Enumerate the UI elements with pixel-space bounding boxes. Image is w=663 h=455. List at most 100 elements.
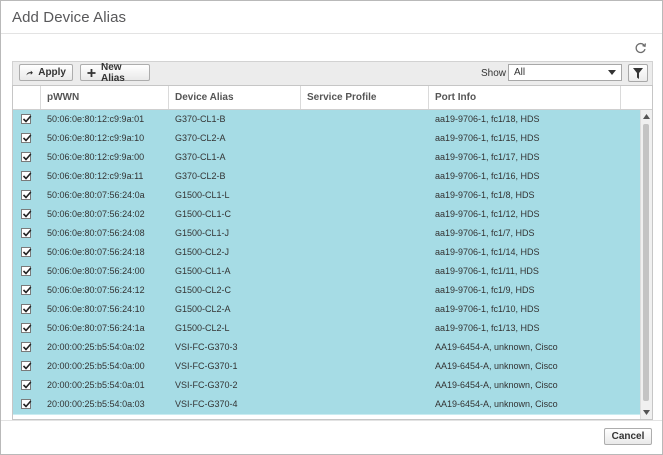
table-row[interactable]: 50:06:0e:80:07:56:24:0a G1500-CL1-L aa19-9… [13,186,640,206]
check-icon [22,229,32,237]
apply-button[interactable]: Apply [19,64,73,81]
row-checkbox[interactable] [21,342,32,352]
cell-port-info: aa19-9706-1, fc1/15, HDS [435,133,540,143]
row-checkbox[interactable] [21,133,32,143]
row-checkbox[interactable] [21,171,32,181]
table-row[interactable]: 50:06:0e:80:07:56:24:12 G1500-CL2-C aa19-9… [13,281,640,301]
plus-icon [87,68,96,77]
cell-device-alias: G1500-CL1-C [175,209,232,219]
table-row[interactable]: 50:06:0e:80:07:56:24:02 G1500-CL1-C aa19-9… [13,205,640,225]
cell-device-alias: VSI-FC-G370-3 [175,342,238,352]
cell-pwwn: 50:06:0e:80:12:c9:9a:01 [47,114,145,124]
table-row[interactable]: 20:00:00:25:b5:54:0a:01 VSI-FC-G370-2 AA19… [13,376,640,396]
row-checkbox[interactable] [21,399,32,409]
cell-port-info: AA19-6454-A, unknown, Cisco [435,399,558,409]
cell-device-alias: G1500-CL2-L [175,323,230,333]
cell-pwwn: 20:00:00:25:b5:54:0a:03 [47,399,145,409]
check-icon [22,172,32,180]
cell-port-info: AA19-6454-A, unknown, Cisco [435,380,558,390]
row-checkbox[interactable] [21,361,32,371]
cell-port-info: aa19-9706-1, fc1/10, HDS [435,304,540,314]
check-icon [22,210,32,218]
cell-pwwn: 50:06:0e:80:07:56:24:00 [47,266,145,276]
cell-device-alias: G370-CL2-A [175,133,226,143]
row-checkbox[interactable] [21,247,32,257]
scroll-up-icon[interactable] [643,114,650,119]
table-header: pWWN Device Alias Service Profile Port I… [13,86,652,110]
show-select-value: All [514,67,526,78]
table-row[interactable]: 50:06:0e:80:07:56:24:00 G1500-CL1-A aa19-9… [13,262,640,282]
cell-device-alias: G1500-CL1-A [175,266,231,276]
scroll-down-icon[interactable] [643,410,650,415]
scrollbar-thumb[interactable] [643,124,649,401]
show-select[interactable]: All [508,64,622,81]
cancel-button[interactable]: Cancel [604,428,652,445]
table-scrollbar[interactable] [640,110,652,419]
filter-icon [633,67,643,79]
cell-device-alias: G370-CL1-B [175,114,226,124]
cell-device-alias: G1500-CL2-J [175,247,230,257]
table-row[interactable]: 50:06:0e:80:07:56:24:18 G1500-CL2-J aa19-9… [13,243,640,263]
row-checkbox[interactable] [21,323,32,333]
row-checkbox[interactable] [21,114,32,124]
toolbar: Apply New Alias Show All [12,61,653,85]
table-row[interactable]: 50:06:0e:80:12:c9:9a:10 G370-CL2-A aa19-97… [13,129,640,149]
cell-port-info: aa19-9706-1, fc1/17, HDS [435,152,540,162]
check-icon [22,400,32,408]
check-icon [22,324,32,332]
chevron-down-icon [608,70,616,75]
apply-label: Apply [38,67,66,78]
add-device-alias-dialog: Add Device Alias Apply New Alias Show Al… [0,0,663,455]
header-pwwn[interactable]: pWWN [41,86,169,109]
table-row[interactable]: 50:06:0e:80:12:c9:9a:01 G370-CL1-B aa19-97… [13,110,640,130]
header-device-alias[interactable]: Device Alias [169,86,301,109]
row-checkbox[interactable] [21,380,32,390]
table-row[interactable]: 50:06:0e:80:07:56:24:10 G1500-CL2-A aa19-9… [13,300,640,320]
cell-port-info: aa19-9706-1, fc1/12, HDS [435,209,540,219]
cell-pwwn: 50:06:0e:80:07:56:24:12 [47,285,145,295]
show-label: Show [481,68,507,79]
table-row[interactable]: 50:06:0e:80:12:c9:9a:11 G370-CL2-B aa19-97… [13,167,640,187]
cell-device-alias: G1500-CL2-C [175,285,232,295]
cell-pwwn: 50:06:0e:80:07:56:24:0a [47,190,145,200]
row-checkbox[interactable] [21,190,32,200]
row-checkbox[interactable] [21,228,32,238]
cell-pwwn: 20:00:00:25:b5:54:0a:00 [47,361,145,371]
cell-port-info: aa19-9706-1, fc1/18, HDS [435,114,540,124]
cell-pwwn: 50:06:0e:80:12:c9:9a:11 [47,171,144,181]
check-icon [22,153,32,161]
cell-pwwn: 50:06:0e:80:07:56:24:1a [47,323,145,333]
refresh-icon[interactable] [634,41,647,54]
cell-port-info: aa19-9706-1, fc1/8, HDS [435,190,535,200]
header-port-info[interactable]: Port Info [429,86,621,109]
row-checkbox[interactable] [21,304,32,314]
check-icon [22,134,32,142]
check-icon [22,267,32,275]
check-icon [22,115,32,123]
row-checkbox[interactable] [21,209,32,219]
table-row[interactable]: 20:00:00:25:b5:54:0a:02 VSI-FC-G370-3 AA19… [13,338,640,358]
header-service-profile[interactable]: Service Profile [301,86,429,109]
row-checkbox[interactable] [21,285,32,295]
device-alias-table: pWWN Device Alias Service Profile Port I… [12,85,653,420]
check-icon [22,286,32,294]
table-row[interactable]: 50:06:0e:80:07:56:24:08 G1500-CL1-J aa19-9… [13,224,640,244]
filter-button[interactable] [628,64,648,82]
new-alias-button[interactable]: New Alias [80,62,150,84]
row-checkbox[interactable] [21,266,32,276]
cell-port-info: aa19-9706-1, fc1/11, HDS [435,266,539,276]
table-row[interactable]: 50:06:0e:80:07:56:24:1a G1500-CL2-L aa19-9… [13,319,640,339]
table-row[interactable]: 20:00:00:25:b5:54:0a:00 VSI-FC-G370-1 AA19… [13,357,640,377]
table-row[interactable]: 50:06:0e:80:12:c9:9a:00 G370-CL1-A aa19-97… [13,148,640,168]
dialog-title: Add Device Alias [12,9,127,26]
cell-device-alias: G370-CL2-B [175,171,226,181]
cell-pwwn: 20:00:00:25:b5:54:0a:01 [47,380,145,390]
table-row[interactable]: 20:00:00:25:b5:54:0a:03 VSI-FC-G370-4 AA19… [13,395,640,415]
cell-device-alias: G1500-CL1-J [175,228,230,238]
check-icon [22,191,32,199]
row-checkbox[interactable] [21,152,32,162]
cell-device-alias: VSI-FC-G370-2 [175,380,238,390]
cell-device-alias: G370-CL1-A [175,152,226,162]
check-icon [22,343,32,351]
cell-port-info: aa19-9706-1, fc1/7, HDS [435,228,535,238]
